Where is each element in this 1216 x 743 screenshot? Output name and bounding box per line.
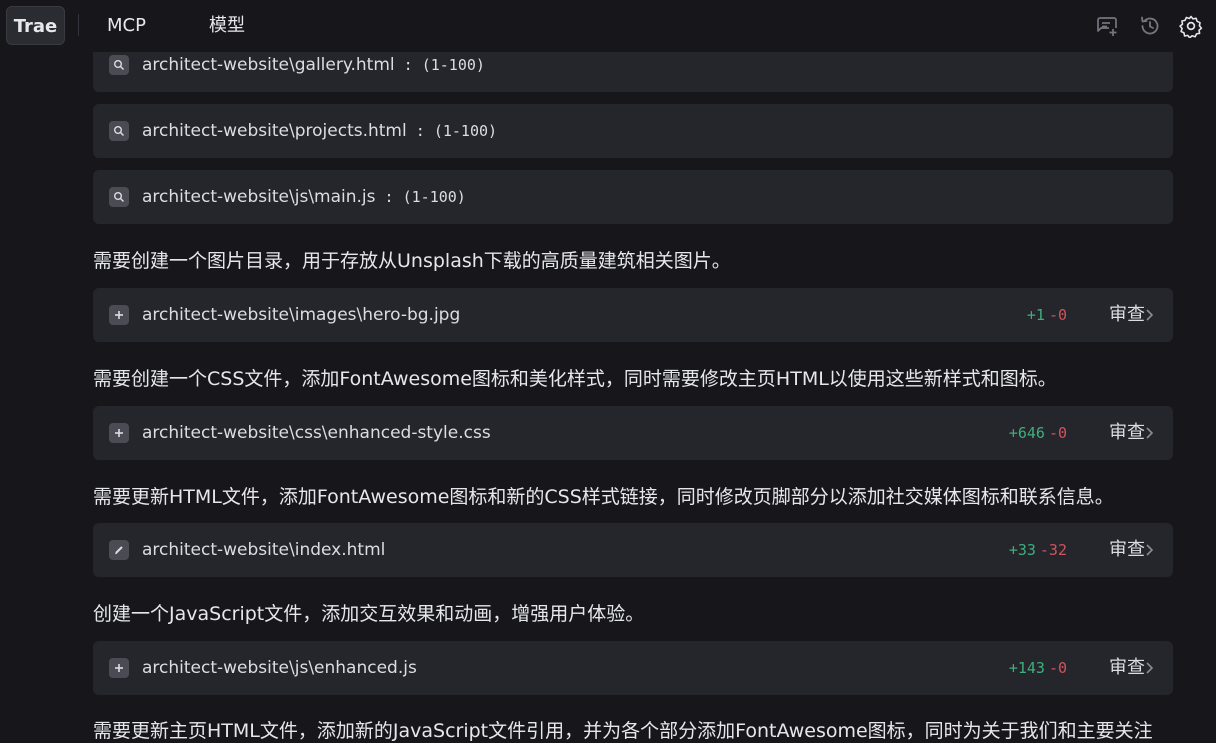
search-icon bbox=[109, 121, 129, 141]
plus-icon bbox=[109, 305, 129, 325]
read-file-card[interactable]: architect-website\projects.html : (1-100… bbox=[93, 104, 1173, 158]
lines-added: +33 bbox=[1008, 541, 1036, 559]
plus-icon bbox=[109, 423, 129, 443]
lines-removed: -0 bbox=[1048, 659, 1067, 677]
review-button[interactable]: 审查 bbox=[1109, 406, 1145, 460]
review-button[interactable]: 审查 bbox=[1109, 641, 1145, 695]
tab-trae[interactable]: Trae bbox=[6, 6, 65, 45]
top-bar: Trae MCP 模型 bbox=[0, 0, 1216, 52]
review-button[interactable]: 审查 bbox=[1109, 523, 1145, 577]
chevron-right-icon bbox=[1146, 427, 1154, 439]
chat-plus-icon[interactable] bbox=[1094, 13, 1120, 39]
file-change-card[interactable]: architect-website\index.html +33 -32 审查 bbox=[93, 523, 1173, 577]
file-path: architect-website\js\main.js : (1-100) bbox=[142, 187, 466, 207]
lines-removed: -0 bbox=[1048, 424, 1067, 442]
edit-pencil-icon bbox=[109, 540, 129, 560]
read-file-card[interactable]: architect-website\js\main.js : (1-100) bbox=[93, 170, 1173, 224]
chevron-right-icon bbox=[1146, 662, 1154, 674]
chevron-right-icon bbox=[1146, 544, 1154, 556]
file-path: architect-website\js\enhanced.js bbox=[142, 658, 417, 678]
lines-added: +646 bbox=[1008, 424, 1045, 442]
lines-removed: -0 bbox=[1048, 306, 1067, 324]
search-icon bbox=[109, 55, 129, 75]
file-change-card[interactable]: architect-website\images\hero-bg.jpg +1-… bbox=[93, 288, 1173, 342]
assistant-message: 需要更新主页HTML文件，添加新的JavaScript文件引用，并为各个部分添加… bbox=[93, 720, 1153, 742]
lines-removed: -32 bbox=[1039, 541, 1067, 559]
tab-divider bbox=[78, 14, 79, 36]
lines-added: +1 bbox=[1026, 306, 1045, 324]
diff-stats: +143 -0 bbox=[1009, 641, 1067, 695]
file-change-card[interactable]: architect-website\js\enhanced.js +143 -0 … bbox=[93, 641, 1173, 695]
diff-stats: +33 -32 bbox=[1009, 523, 1067, 577]
file-path: architect-website\index.html bbox=[142, 540, 386, 560]
assistant-message: 需要更新HTML文件，添加FontAwesome图标和新的CSS样式链接，同时修… bbox=[93, 486, 1114, 508]
diff-stats: +1 -0 bbox=[1027, 288, 1067, 342]
gear-icon[interactable] bbox=[1178, 13, 1204, 39]
diff-stats: +646 -0 bbox=[1009, 406, 1067, 460]
file-path: architect-website\projects.html : (1-100… bbox=[142, 121, 498, 141]
review-button[interactable]: 审查 bbox=[1109, 288, 1145, 342]
tab-mcp[interactable]: MCP bbox=[107, 0, 146, 52]
file-path: architect-website\css\enhanced-style.css bbox=[142, 423, 491, 443]
history-icon[interactable] bbox=[1137, 13, 1163, 39]
assistant-message: 需要创建一个图片目录，用于存放从Unsplash下载的高质量建筑相关图片。 bbox=[93, 250, 731, 272]
search-icon bbox=[109, 187, 129, 207]
chat-content: architect-website\gallery.html : (1-100)… bbox=[0, 0, 1216, 742]
lines-added: +143 bbox=[1008, 659, 1045, 677]
assistant-message: 创建一个JavaScript文件，添加交互效果和动画，增强用户体验。 bbox=[93, 603, 645, 625]
file-path: architect-website\images\hero-bg.jpg bbox=[142, 305, 461, 325]
assistant-message: 需要创建一个CSS文件，添加FontAwesome图标和美化样式，同时需要修改主… bbox=[93, 368, 1057, 390]
plus-icon bbox=[109, 658, 129, 678]
file-change-card[interactable]: architect-website\css\enhanced-style.css… bbox=[93, 406, 1173, 460]
chevron-right-icon bbox=[1146, 309, 1154, 321]
tab-model[interactable]: 模型 bbox=[209, 0, 245, 52]
